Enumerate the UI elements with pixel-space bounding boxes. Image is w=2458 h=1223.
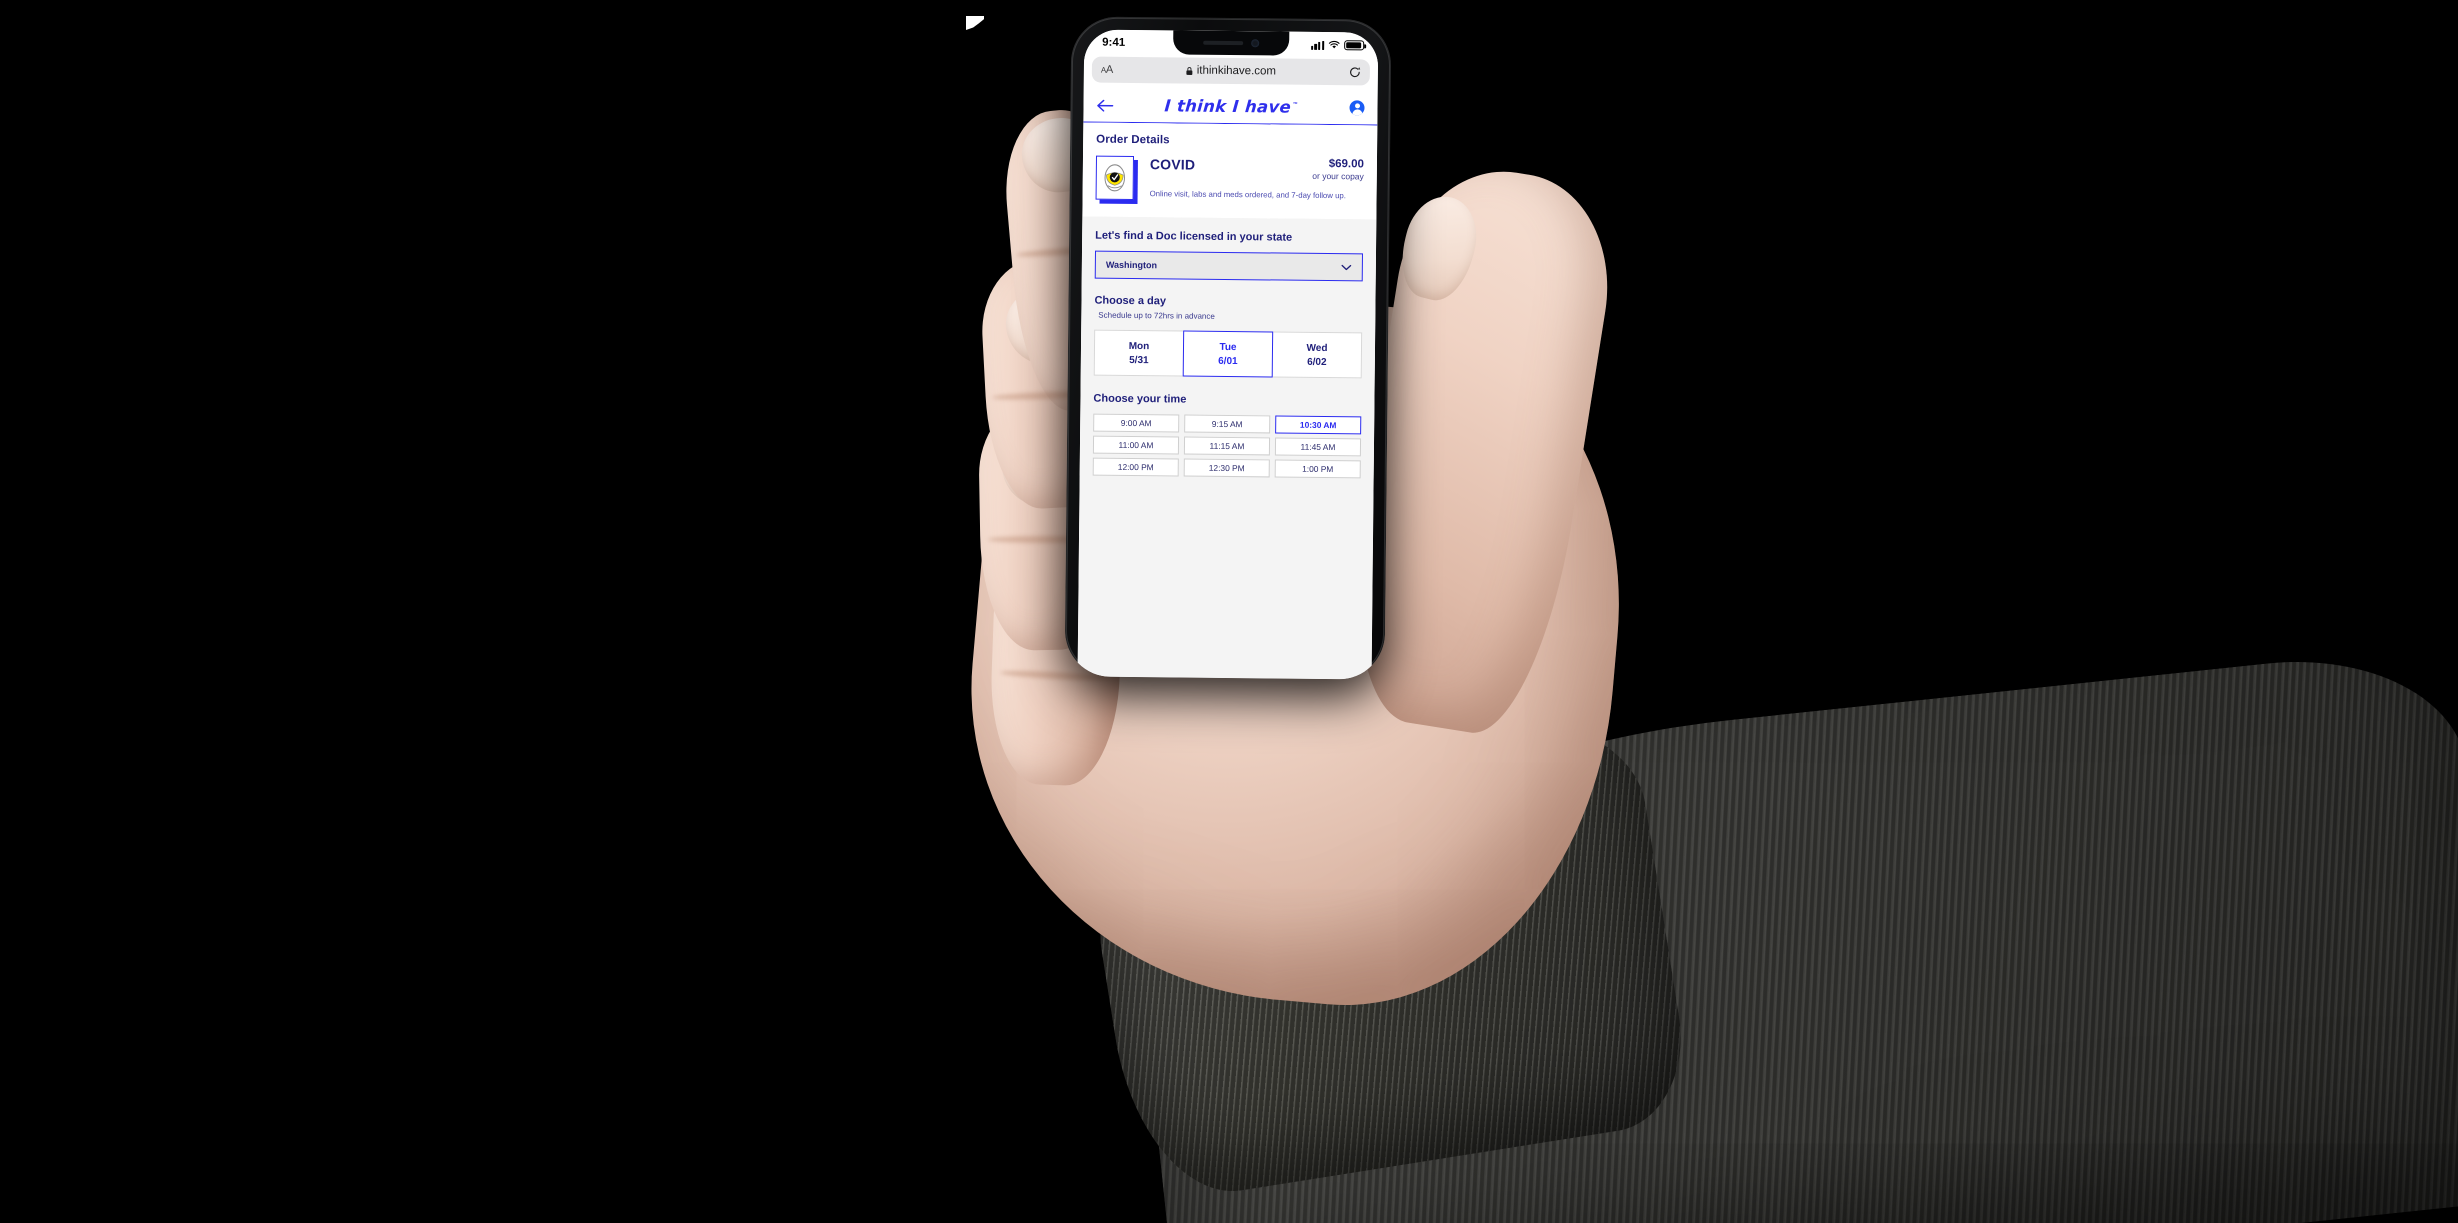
trademark-mark: ™ xyxy=(1292,101,1299,109)
status-bar-indicators xyxy=(1311,40,1365,51)
day-weekday: Mon xyxy=(1128,340,1150,352)
product-price: $69.00 xyxy=(1328,158,1364,171)
time-option[interactable]: 1:00 PM xyxy=(1274,459,1361,479)
phone-notch xyxy=(1173,30,1290,56)
open-mouth-throat-icon xyxy=(1104,164,1126,192)
product-price-block: $69.00 or your copay xyxy=(1312,158,1364,182)
order-item-info: COVID $69.00 or your copay Online visit,… xyxy=(1150,156,1364,202)
day-option[interactable]: Wed 6/02 xyxy=(1271,331,1363,379)
brand-logo-text: I think I have xyxy=(1163,96,1292,117)
address-bar[interactable]: AA ithinkihave.com xyxy=(1091,56,1371,86)
day-picker-label: Choose a day xyxy=(1094,294,1167,308)
user-avatar-icon[interactable] xyxy=(1349,100,1365,116)
day-picker-block: Choose a day Schedule up to 72hrs in adv… xyxy=(1093,294,1363,379)
day-weekday: Tue xyxy=(1219,341,1237,353)
day-picker-hint: Schedule up to 72hrs in advance xyxy=(1098,310,1215,321)
time-option[interactable]: 11:45 AM xyxy=(1274,437,1362,457)
day-weekday: Wed xyxy=(1306,342,1328,354)
time-option[interactable]: 11:15 AM xyxy=(1183,436,1271,456)
safari-toolbar: AA ithinkihave.com xyxy=(1083,55,1379,92)
url-text: ithinkihave.com xyxy=(1196,64,1277,78)
screenshot-stage: 9:41 AA ithinkihave.com I think I have™ … xyxy=(0,0,2458,1223)
product-name: COVID xyxy=(1149,156,1196,173)
state-select[interactable]: Washington xyxy=(1094,250,1363,282)
cellular-bars-icon xyxy=(1311,40,1325,50)
lock-icon xyxy=(1186,66,1193,75)
brand-logo[interactable]: I think I have™ xyxy=(1164,96,1299,116)
product-thumbnail xyxy=(1095,155,1139,205)
time-option[interactable]: 12:00 PM xyxy=(1092,457,1179,477)
day-date: 6/02 xyxy=(1307,356,1327,368)
chevron-down-icon xyxy=(1341,264,1352,270)
page-content: Order Details COVID $69.00 or your copay… xyxy=(1077,122,1378,680)
day-option[interactable]: Tue 6/01 xyxy=(1182,330,1274,378)
url-display: ithinkihave.com xyxy=(1092,64,1370,79)
phone-screen: 9:41 AA ithinkihave.com I think I have™ … xyxy=(1077,29,1379,680)
thumbnail-frame xyxy=(1095,155,1135,201)
product-description: Online visit, labs and meds ordered, and… xyxy=(1149,189,1346,201)
time-option[interactable]: 10:30 AM xyxy=(1275,415,1362,435)
app-header: I think I have™ xyxy=(1083,88,1378,126)
time-picker-label: Choose your time xyxy=(1093,392,1187,406)
day-option[interactable]: Mon 5/31 xyxy=(1093,329,1185,377)
time-option[interactable]: 9:00 AM xyxy=(1093,413,1180,433)
time-option[interactable]: 12:30 PM xyxy=(1183,458,1270,478)
product-price-note: or your copay xyxy=(1312,170,1364,182)
front-camera-icon xyxy=(1251,39,1260,48)
time-options: 9:00 AM 9:15 AM 10:30 AM 11:00 AM 11:15 … xyxy=(1092,413,1362,479)
order-item-row: COVID $69.00 or your copay Online visit,… xyxy=(1095,155,1364,207)
smartphone-device: 9:41 AA ithinkihave.com I think I have™ … xyxy=(1064,16,1392,680)
order-item-header: COVID $69.00 or your copay xyxy=(1150,156,1364,181)
scheduling-section: Let's find a Doc licensed in your state … xyxy=(1079,216,1377,479)
state-select-value: Washington xyxy=(1105,259,1158,271)
order-details-section: Order Details COVID $69.00 or your copay… xyxy=(1082,122,1378,220)
state-picker-label: Let's find a Doc licensed in your state xyxy=(1095,229,1293,244)
wifi-icon xyxy=(1328,40,1340,49)
day-date: 6/01 xyxy=(1218,355,1238,367)
status-bar-time: 9:41 xyxy=(1102,36,1126,49)
order-details-title: Order Details xyxy=(1096,133,1170,147)
day-options: Mon 5/31 Tue 6/01 Wed 6/02 xyxy=(1093,329,1363,379)
earpiece-speaker-icon xyxy=(1203,40,1244,46)
time-option[interactable]: 9:15 AM xyxy=(1184,414,1271,434)
time-option[interactable]: 11:00 AM xyxy=(1092,435,1180,455)
back-arrow-icon[interactable] xyxy=(1096,98,1114,112)
day-date: 5/31 xyxy=(1129,354,1149,366)
battery-full-icon xyxy=(1344,40,1365,51)
